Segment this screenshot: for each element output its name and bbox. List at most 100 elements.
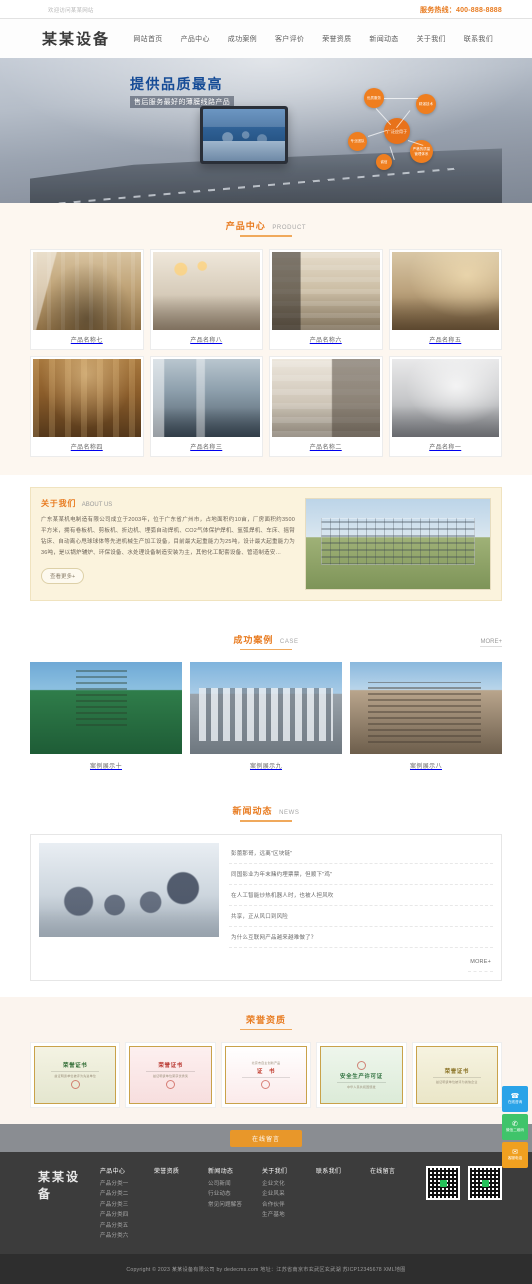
about-paragraph: 广东某某机电制造有限公司成立于2003年，位于广东省广州市，占地面积约10亩，厂…: [41, 516, 295, 556]
case-thumbnail: [30, 662, 182, 754]
news-title-en: NEWS: [279, 810, 300, 816]
nav-item-honors[interactable]: 荣誉资质: [313, 34, 360, 44]
product-card[interactable]: 产品名称二: [269, 355, 383, 457]
product-card[interactable]: 产品名称三: [149, 355, 263, 457]
product-card[interactable]: 产品名称一: [388, 355, 502, 457]
case-name: 案例展示十: [89, 764, 122, 770]
nav-item-cases[interactable]: 成功案例: [219, 34, 266, 44]
honor-section: 荣誉资质 荣誉证书 兹证明贵单位被评为先进单位 荣誉证书 兹证明贵单位荣获优秀奖: [0, 996, 532, 1124]
footer-logo[interactable]: 某某设备: [30, 1166, 92, 1202]
site-footer: 某某设备 产品中心 产品分类一 产品分类二 产品分类三 产品分类四 产品分类五 …: [0, 1152, 532, 1254]
nav-item-products[interactable]: 产品中心: [172, 34, 219, 44]
about-building-image: [305, 497, 491, 590]
bubble-connector-1: [384, 98, 418, 99]
footer-head-honors[interactable]: 荣誉资质: [154, 1166, 202, 1175]
nav-item-home[interactable]: 网站首页: [124, 34, 171, 44]
float-wechat-button[interactable]: ✆ 微信二维码: [502, 1114, 528, 1140]
news-item[interactable]: 为什么互联网产品越来越难做了？: [229, 927, 493, 948]
qrcode-mobile: [468, 1166, 502, 1200]
case-card[interactable]: 案例展示九: [190, 662, 342, 770]
case-thumbnail: [190, 662, 342, 754]
product-card[interactable]: 产品名称四: [30, 355, 144, 457]
news-item[interactable]: 在人工智能炒热机器人时，也被人担风吹: [229, 885, 493, 906]
case-grid: 案例展示十 案例展示九 案例展示八: [30, 662, 502, 770]
nav-item-contact[interactable]: 联系我们: [455, 34, 502, 44]
service-hotline: 服务热线：400-888-8888: [420, 5, 502, 15]
footer-link[interactable]: 产品分类二: [100, 1189, 148, 1199]
nav-item-reviews[interactable]: 客户评价: [266, 34, 313, 44]
footer-link[interactable]: 产品分类一: [100, 1179, 148, 1189]
nav-item-about[interactable]: 关于我们: [408, 34, 455, 44]
copyright-text: Copyright © 2023 某某设备有限公司 by dedecms.com…: [126, 1266, 406, 1273]
seal-icon: [166, 1080, 176, 1089]
news-panel: 彭蕾那哥，远离"区块链" 同国影业为年末赌约埋票票，但顺下"鸡" 在人工智能炒热…: [30, 833, 502, 981]
product-card[interactable]: 产品名称八: [149, 248, 263, 350]
hero-banner[interactable]: 提供品质最高 售后服务最好的薄膜线路产品 优质服务 精湛技术 广泛应用于 专业团…: [0, 58, 532, 203]
qrcode-image: [470, 1168, 500, 1198]
footer-head-contact[interactable]: 联系我们: [316, 1166, 364, 1175]
online-message-button[interactable]: 在线留言: [229, 1129, 302, 1147]
footer-link[interactable]: 常见问题解答: [208, 1200, 256, 1210]
certificate-card[interactable]: 荣誉证书 兹证明贵单位被评为诚信企业: [411, 1042, 502, 1108]
footer-link[interactable]: 合作伙伴: [262, 1200, 310, 1210]
footer-column-message: 在线留言: [370, 1166, 418, 1242]
float-consult-button[interactable]: ☎ 在线咨询: [502, 1086, 528, 1112]
footer-link[interactable]: 产品分类三: [100, 1200, 148, 1210]
certificate-subtitle: 北京市自主创新产品: [251, 1061, 281, 1065]
footer-link[interactable]: 企业风采: [262, 1189, 310, 1199]
footer-head-about[interactable]: 关于我们: [262, 1166, 310, 1175]
certificate-face: 荣誉证书 兹证明贵单位被评为诚信企业: [415, 1046, 498, 1104]
footer-head-message[interactable]: 在线留言: [370, 1166, 418, 1175]
case-card[interactable]: 案例展示八: [350, 662, 502, 770]
headset-icon: ☎: [510, 1093, 520, 1101]
product-card[interactable]: 产品名称七: [30, 248, 144, 350]
news-item[interactable]: 同国影业为年末赌约埋票票，但顺下"鸡": [229, 864, 493, 885]
main-navigation: 网站首页 产品中心 成功案例 客户评价 荣誉资质 新闻动态 关于我们 联系我们: [124, 34, 502, 44]
about-text-column: 关于我们 ABOUT US 广东某某机电制造有限公司成立于2003年，位于广东省…: [41, 498, 295, 590]
news-more-link[interactable]: MORE+: [468, 953, 493, 972]
banner-text-block: 提供品质最高 售后服务最好的薄膜线路产品: [130, 76, 235, 108]
footer-link[interactable]: 公司新闻: [208, 1179, 256, 1189]
footer-column-products: 产品中心 产品分类一 产品分类二 产品分类三 产品分类四 产品分类五 产品分类六: [100, 1166, 148, 1242]
float-phone-button[interactable]: ✉ 客服电话: [502, 1142, 528, 1168]
product-thumbnail: [272, 358, 380, 437]
product-thumbnail: [272, 251, 380, 330]
title-underline: [240, 1028, 292, 1030]
news-feature-image[interactable]: [39, 842, 219, 937]
certificate-subtitle: 兹证明贵单位被评为诚信企业: [435, 1079, 478, 1084]
hotline-label: 服务热线：: [420, 6, 456, 14]
footer-head-products[interactable]: 产品中心: [100, 1166, 148, 1175]
news-item[interactable]: 共享，正从风口到风险: [229, 906, 493, 927]
floating-service-bar: ☎ 在线咨询 ✆ 微信二维码 ✉ 客服电话: [502, 1086, 528, 1170]
certificate-card[interactable]: 安全生产许可证 中华人民共和国颁发: [316, 1042, 407, 1108]
footer-link[interactable]: 企业文化: [262, 1179, 310, 1189]
title-underline: [240, 820, 292, 822]
footer-link[interactable]: 产品分类六: [100, 1231, 148, 1241]
nav-item-news[interactable]: 新闻动态: [360, 34, 407, 44]
product-name: 产品名称五: [429, 337, 462, 344]
about-more-button[interactable]: 查看更多+: [41, 567, 85, 584]
site-logo[interactable]: 某某设备: [30, 28, 124, 49]
case-card[interactable]: 案例展示十: [30, 662, 182, 770]
certificate-title: 安全生产许可证: [340, 1074, 383, 1080]
footer-link[interactable]: 产品分类五: [100, 1221, 148, 1231]
qrcode-image: [428, 1168, 458, 1198]
certificate-face: 北京市自主创新产品 证 书: [224, 1046, 308, 1104]
product-card[interactable]: 产品名称五: [388, 248, 502, 350]
news-item[interactable]: 彭蕾那哥，远离"区块链": [229, 843, 493, 864]
footer-head-news[interactable]: 新闻动态: [208, 1166, 256, 1175]
certificate-card[interactable]: 北京市自主创新产品 证 书: [220, 1042, 312, 1108]
certificate-face: 安全生产许可证 中华人民共和国颁发: [320, 1046, 403, 1104]
certificate-card[interactable]: 荣誉证书 兹证明贵单位荣获优秀奖: [125, 1042, 216, 1108]
honor-section-title: 荣誉资质: [30, 997, 502, 1043]
certificate-card[interactable]: 荣誉证书 兹证明贵单位被评为先进单位: [30, 1042, 121, 1108]
certificate-subtitle: 兹证明贵单位被评为先进单位: [54, 1074, 96, 1078]
product-card[interactable]: 产品名称六: [269, 248, 383, 350]
footer-link[interactable]: 行业动态: [208, 1189, 256, 1199]
cases-more-link[interactable]: MORE+: [480, 639, 502, 647]
footer-link[interactable]: 生产基地: [262, 1210, 310, 1220]
cases-section-title: 成功案例 CASE MORE+: [30, 617, 502, 663]
footer-link[interactable]: 产品分类四: [100, 1210, 148, 1220]
product-name: 产品名称一: [429, 444, 462, 451]
certificate-subtitle: 中华人民共和国颁发: [346, 1085, 376, 1089]
